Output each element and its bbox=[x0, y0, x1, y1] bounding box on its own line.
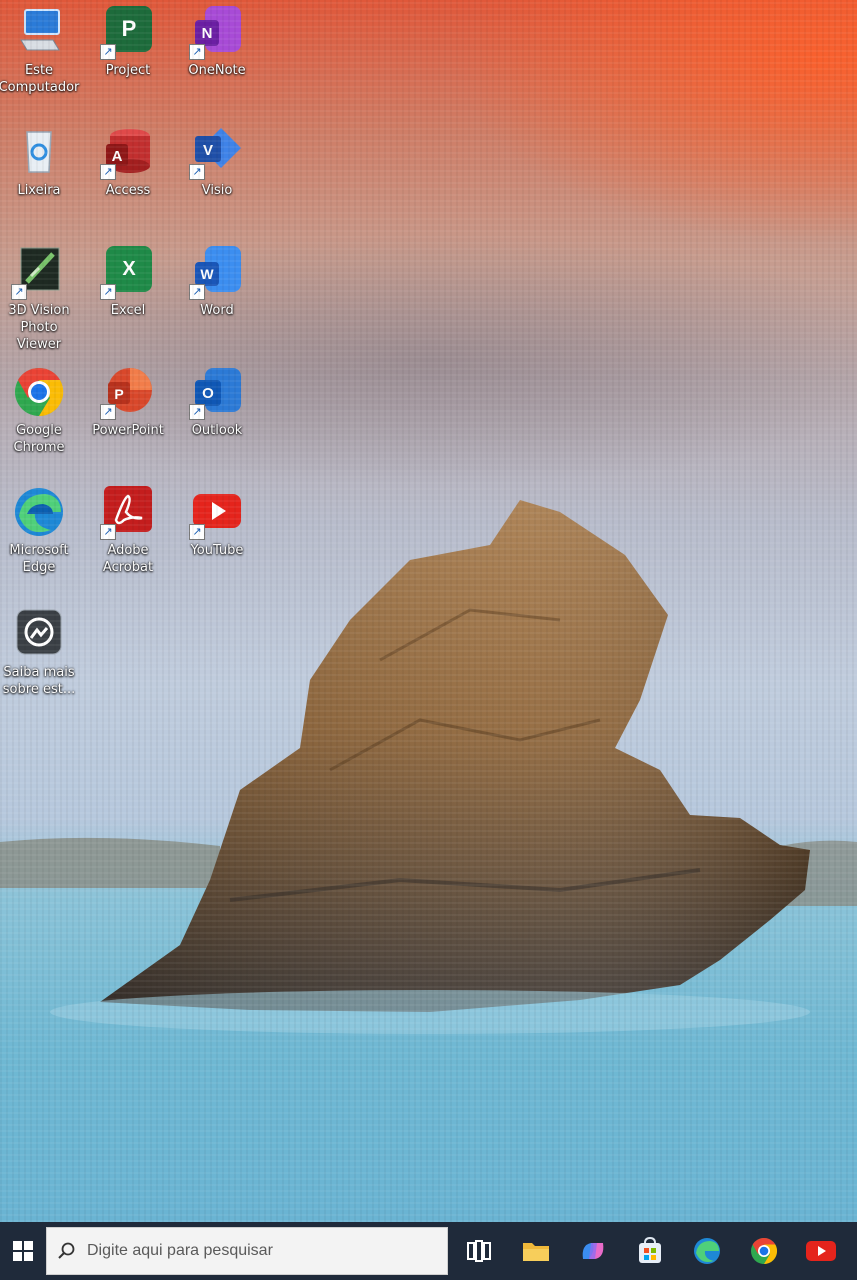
desktop-icon-project[interactable]: P ↗ Project bbox=[87, 6, 169, 79]
taskbar-search-box[interactable]: Digite aqui para pesquisar bbox=[46, 1227, 448, 1275]
taskbar-store[interactable] bbox=[621, 1222, 678, 1280]
desktop-icon-label: Este Computador bbox=[0, 63, 80, 95]
copilot-icon bbox=[582, 1243, 603, 1259]
taskbar: Digite aqui para pesquisar bbox=[0, 1222, 857, 1280]
desktop-icon-label: 3D Vision Photo Viewer bbox=[8, 303, 70, 352]
shortcut-arrow-icon: ↗ bbox=[11, 284, 27, 300]
acrobat-icon: ↗ bbox=[100, 486, 154, 540]
outlook-icon: O ↗ bbox=[189, 366, 243, 420]
file-explorer-icon bbox=[522, 1243, 549, 1261]
3d-vision-icon: ↗ bbox=[11, 246, 65, 300]
taskbar-edge[interactable] bbox=[678, 1222, 735, 1280]
access-icon: A ↗ bbox=[100, 126, 154, 180]
svg-text:P: P bbox=[114, 386, 123, 402]
desktop-icon-recycle-bin[interactable]: Lixeira bbox=[0, 126, 80, 199]
chrome-icon bbox=[13, 366, 65, 418]
visio-icon: V ↗ bbox=[189, 126, 243, 180]
shortcut-arrow-icon: ↗ bbox=[100, 284, 116, 300]
desktop-icon-label: Excel bbox=[110, 303, 146, 318]
word-icon: W ↗ bbox=[189, 246, 243, 300]
desktop-icon-computer[interactable]: Este Computador bbox=[0, 6, 80, 96]
edge-icon bbox=[13, 486, 65, 538]
chrome-icon bbox=[750, 1237, 777, 1265]
desktop-icon-label: Visio bbox=[201, 183, 233, 198]
taskbar-youtube[interactable] bbox=[792, 1222, 849, 1280]
desktop-icon-label: PowerPoint bbox=[92, 423, 164, 438]
desktop-icon-label: Outlook bbox=[191, 423, 243, 438]
desktop-icon-3d-vision[interactable]: ↗ 3D Vision Photo Viewer bbox=[0, 246, 80, 353]
desktop-icon-label: OneNote bbox=[188, 63, 246, 78]
search-placeholder: Digite aqui para pesquisar bbox=[87, 1242, 273, 1259]
desktop-icon-learn-more[interactable]: Saiba mais sobre est... bbox=[0, 608, 80, 698]
shortcut-arrow-icon: ↗ bbox=[100, 404, 116, 420]
taskbar-copilot[interactable] bbox=[564, 1222, 621, 1280]
excel-icon: X ↗ bbox=[100, 246, 154, 300]
desktop-icon-chrome[interactable]: Google Chrome bbox=[0, 366, 80, 456]
youtube-icon bbox=[805, 1241, 836, 1261]
desktop-icon-excel[interactable]: X ↗ Excel bbox=[87, 246, 169, 319]
shortcut-arrow-icon: ↗ bbox=[189, 164, 205, 180]
task-view-icon bbox=[466, 1240, 491, 1262]
shortcut-arrow-icon: ↗ bbox=[189, 524, 205, 540]
computer-icon bbox=[13, 6, 65, 58]
desktop-icon-label: Lixeira bbox=[17, 183, 61, 198]
store-icon bbox=[638, 1237, 661, 1263]
desktop-icon-acrobat[interactable]: ↗ Adobe Acrobat bbox=[87, 486, 169, 576]
learn-more-icon bbox=[13, 608, 65, 660]
desktop-icon-onenote[interactable]: N ↗ OneNote bbox=[176, 6, 258, 79]
onenote-icon: N ↗ bbox=[189, 6, 243, 60]
desktop-icon-visio[interactable]: V ↗ Visio bbox=[176, 126, 258, 199]
windows-logo-icon bbox=[13, 1241, 33, 1261]
taskbar-task-view[interactable] bbox=[450, 1222, 507, 1280]
edge-icon bbox=[693, 1238, 720, 1264]
shortcut-arrow-icon: ↗ bbox=[189, 44, 205, 60]
recycle-bin-icon bbox=[13, 126, 65, 178]
desktop-icon-label: Saiba mais sobre est... bbox=[2, 665, 76, 697]
shortcut-arrow-icon: ↗ bbox=[100, 44, 116, 60]
svg-text:V: V bbox=[203, 142, 213, 159]
shortcut-arrow-icon: ↗ bbox=[189, 284, 205, 300]
taskbar-chrome[interactable] bbox=[735, 1222, 792, 1280]
desktop-icon-label: Word bbox=[200, 303, 234, 318]
desktop-icon-edge[interactable]: Microsoft Edge bbox=[0, 486, 80, 576]
shortcut-arrow-icon: ↗ bbox=[189, 404, 205, 420]
shortcut-arrow-icon: ↗ bbox=[100, 524, 116, 540]
desktop-icon-youtube[interactable]: ↗ YouTube bbox=[176, 486, 258, 559]
svg-text:A: A bbox=[112, 148, 123, 165]
project-icon: P ↗ bbox=[100, 6, 154, 60]
desktop-icon-label: Microsoft Edge bbox=[9, 543, 69, 575]
desktop-icon-access[interactable]: A ↗ Access bbox=[87, 126, 169, 199]
desktop: Este Computador Lixeira ↗ 3D Vision Phot… bbox=[0, 0, 857, 1222]
youtube-icon: ↗ bbox=[189, 486, 243, 540]
shortcut-arrow-icon: ↗ bbox=[100, 164, 116, 180]
desktop-icon-label: Google Chrome bbox=[13, 423, 65, 455]
desktop-icon-outlook[interactable]: O ↗ Outlook bbox=[176, 366, 258, 439]
desktop-icon-powerpoint[interactable]: P ↗ PowerPoint bbox=[87, 366, 169, 439]
desktop-icon-word[interactable]: W ↗ Word bbox=[176, 246, 258, 319]
desktop-icon-label: YouTube bbox=[190, 543, 244, 558]
start-button[interactable] bbox=[0, 1222, 46, 1280]
desktop-icon-label: Access bbox=[105, 183, 151, 198]
taskbar-file-explorer[interactable] bbox=[507, 1222, 564, 1280]
desktop-icon-label: Adobe Acrobat bbox=[102, 543, 154, 575]
desktop-icon-label: Project bbox=[105, 63, 151, 78]
search-icon bbox=[47, 1242, 87, 1260]
powerpoint-icon: P ↗ bbox=[100, 366, 154, 420]
